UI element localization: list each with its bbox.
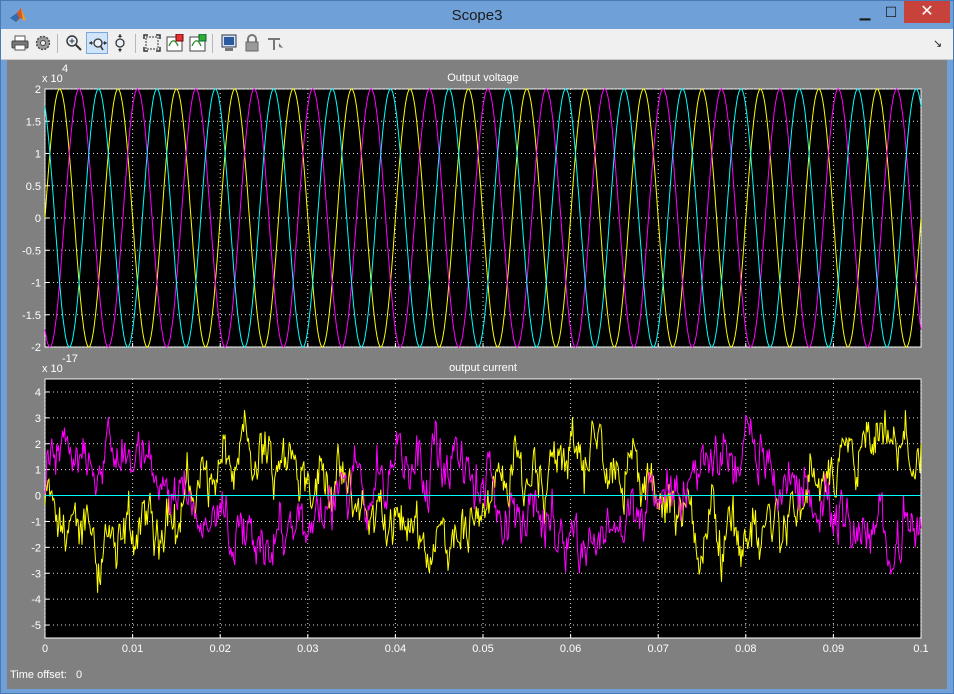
- parameters-icon[interactable]: [32, 32, 54, 54]
- toolbar-separator: [57, 34, 58, 53]
- zoom-y-icon[interactable]: [109, 32, 131, 54]
- maximize-button[interactable]: ☐: [877, 1, 905, 23]
- title-bar[interactable]: Scope3 ▁ ☐ ✕: [1, 1, 953, 29]
- y-tick-label: 1: [35, 149, 41, 161]
- x-tick-label: 0.07: [647, 643, 668, 655]
- y-tick-label: -2: [31, 542, 41, 554]
- x-tick-label: 0: [42, 643, 48, 655]
- y-exponent-power: 4: [62, 63, 68, 75]
- x-tick-label: 0.03: [297, 643, 318, 655]
- x-tick-label: 0.02: [209, 643, 230, 655]
- x-tick-label: 0.04: [385, 643, 406, 655]
- toolbar: ↘: [1, 29, 953, 60]
- toolbar-separator: [212, 34, 213, 53]
- y-tick-label: -5: [31, 620, 41, 632]
- autoscale-icon[interactable]: [141, 32, 163, 54]
- plot-title-2: output current: [449, 362, 517, 374]
- y-tick-label: -4: [31, 594, 41, 606]
- y-tick-label: 1.5: [26, 116, 41, 128]
- y-tick-label: -1.5: [22, 310, 41, 322]
- zoom-in-icon[interactable]: [63, 32, 85, 54]
- y-exponent-label: x 10: [42, 363, 63, 375]
- x-tick-label: 0.05: [472, 643, 493, 655]
- y-tick-label: 0: [35, 213, 41, 225]
- scope-window: Scope3 ▁ ☐ ✕ ↘ Output voltage x 10 4 2 1…: [0, 0, 954, 694]
- print-icon[interactable]: [9, 32, 31, 54]
- window-title: Scope3: [451, 7, 503, 24]
- x-tick-label: 0.1: [913, 643, 928, 655]
- y-tick-label: 0.5: [26, 181, 41, 193]
- y-tick-label: 2: [35, 439, 41, 451]
- dock-icon[interactable]: ↘: [933, 37, 942, 50]
- x-tick-label: 0.09: [823, 643, 844, 655]
- save-axes-icon[interactable]: [164, 32, 186, 54]
- y-tick-label: -0.5: [22, 245, 41, 257]
- y-tick-label: 1: [35, 465, 41, 477]
- y-tick-label: 0: [35, 491, 41, 503]
- time-offset-value: 0: [76, 669, 83, 681]
- floating-scope-icon[interactable]: [218, 32, 240, 54]
- x-tick-label: 0.01: [122, 643, 143, 655]
- y-tick-label: 4: [35, 387, 41, 399]
- y-tick-label: -3: [31, 568, 41, 580]
- scope-plots: Output voltagex 10421.510.50-0.5-1-1.5-2…: [22, 63, 929, 655]
- toolbar-separator: [135, 34, 136, 53]
- x-tick-label: 0.08: [735, 643, 756, 655]
- y-exponent-power: -17: [62, 353, 78, 365]
- signal-selection-icon[interactable]: [264, 32, 286, 54]
- y-tick-label: -1: [31, 278, 41, 290]
- y-exponent-label: x 10: [42, 73, 63, 85]
- x-tick-label: 0.06: [560, 643, 581, 655]
- scope-display: Output voltage x 10 4 2 1.5 1 0.5 0 -0.5 -1 -1.5 -2…: [7, 60, 947, 689]
- time-offset-label: Time offset:: [10, 669, 67, 681]
- lock-icon[interactable]: [241, 32, 263, 54]
- y-tick-label: 2: [35, 84, 41, 96]
- y-tick-label: 3: [35, 413, 41, 425]
- plot-title-1: Output voltage: [447, 72, 519, 84]
- zoom-x-icon[interactable]: [86, 32, 108, 54]
- y-tick-label: -1: [31, 516, 41, 528]
- y-tick-label: -2: [31, 342, 41, 354]
- close-button[interactable]: ✕: [904, 1, 950, 23]
- minimize-button[interactable]: ▁: [851, 1, 879, 23]
- restore-axes-icon[interactable]: [187, 32, 209, 54]
